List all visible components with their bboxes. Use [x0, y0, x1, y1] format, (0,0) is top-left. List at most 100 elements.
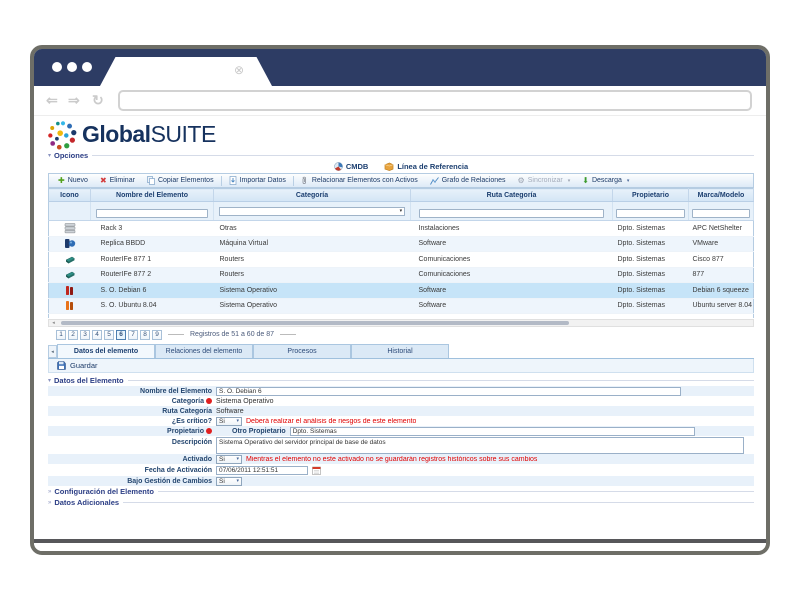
reference-book-icon [384, 162, 394, 171]
save-button[interactable]: Guardar [70, 361, 98, 370]
cell-category: Sistema Operativo [214, 283, 411, 299]
tab-historial[interactable]: Historial [351, 344, 449, 358]
relation-graph-button[interactable]: Grafo de Relaciones [425, 177, 511, 185]
window-dot-icon[interactable] [52, 62, 62, 72]
page-button-5[interactable]: 5 [104, 330, 114, 340]
filter-path-input[interactable] [419, 209, 604, 218]
description-textarea[interactable]: Sistema Operativo del servidor principal… [216, 437, 744, 454]
table-row[interactable]: RouterIFe 877 2 Routers Comunicaciones D… [49, 267, 754, 283]
cell-name: S. O. Ubuntu 8.04 [91, 298, 214, 314]
column-header-ruta[interactable]: Ruta Categoría [411, 189, 613, 202]
column-header-marca[interactable]: Marca/Modelo [689, 189, 754, 202]
tab-datos-del-elemento[interactable]: Datos del elemento [57, 344, 155, 358]
os-debian-icon [64, 285, 75, 296]
cell-owner: Dpto. Sistemas [613, 252, 689, 268]
rack-icon [64, 223, 76, 234]
tab-close-icon[interactable]: ⊗ [234, 63, 244, 77]
chevron-down-icon: ▾ [236, 418, 239, 424]
page-button-6-active[interactable]: 6 [116, 330, 126, 340]
path-value: Software [216, 408, 754, 415]
page-button-1[interactable]: 1 [56, 330, 66, 340]
cell-category: Otras [214, 221, 411, 237]
back-icon[interactable]: ⇐ [46, 92, 58, 109]
app-header: GlobalSUITE [48, 119, 754, 150]
column-header-propietario[interactable]: Propietario [613, 189, 689, 202]
cell-name: Rack 3 [91, 221, 214, 237]
cell-name: Replica BBDD [91, 236, 214, 252]
table-row[interactable]: Replica BBDD Máquina Virtual Software Dp… [49, 236, 754, 252]
scroll-left-icon[interactable]: ◂ [49, 320, 58, 326]
copy-elements-button[interactable]: Copiar Elementos [142, 176, 219, 185]
sync-button[interactable]: ⚙ Sincronizar ▾ [513, 177, 576, 185]
scrollbar-thumb[interactable] [61, 321, 569, 325]
browser-tab[interactable]: ⊗ [100, 57, 272, 86]
chevron-down-icon: ▾ [236, 456, 239, 462]
form-row-gestion-cambios: Bajo Gestión de Cambios Si▾ [48, 476, 754, 486]
filter-category-select[interactable]: ▾ [219, 207, 405, 216]
additional-data-section-header[interactable]: » Datos Adicionales [48, 497, 754, 508]
tab-relaciones-del-elemento[interactable]: Relaciones del elemento [155, 344, 253, 358]
cell-model: VMware [689, 236, 754, 252]
page-button-8[interactable]: 8 [140, 330, 150, 340]
element-data-form: ▾ Datos del Elemento Nombre del Elemento… [48, 375, 754, 508]
table-row[interactable]: S. O. Ubuntu 8.04 Sistema Operativo Soft… [49, 298, 754, 314]
page-button-9[interactable]: 9 [152, 330, 162, 340]
config-section-header[interactable]: » Configuración del Elemento [48, 486, 754, 497]
other-owner-input[interactable] [290, 427, 695, 436]
element-name-input[interactable] [216, 387, 681, 396]
partial-row [48, 314, 754, 318]
reference-line-link[interactable]: Línea de Referencia [384, 162, 468, 171]
url-input[interactable] [118, 90, 752, 111]
calendar-icon[interactable] [312, 466, 321, 475]
window-dot-icon[interactable] [82, 62, 92, 72]
change-mgmt-select[interactable]: Si▾ [216, 477, 242, 486]
cell-category: Sistema Operativo [214, 298, 411, 314]
horizontal-scrollbar[interactable]: ◂ [48, 319, 754, 327]
grid-toolbar: ✚ Nuevo ✖ Eliminar Copiar Elementos [48, 173, 754, 188]
page-button-2[interactable]: 2 [68, 330, 78, 340]
table-row[interactable]: Rack 3 Otras Instalaciones Dpto. Sistema… [49, 221, 754, 237]
page-button-4[interactable]: 4 [92, 330, 102, 340]
chevron-down-icon: ▾ [48, 377, 51, 384]
tab-procesos[interactable]: Procesos [253, 344, 351, 358]
tabs-scroll-left-icon[interactable]: ◂ [48, 345, 57, 358]
window-dot-icon[interactable] [67, 62, 77, 72]
browser-titlebar: ⊗ [34, 49, 766, 86]
chevron-down-icon: ▾ [236, 478, 239, 484]
table-row[interactable]: RouterIFe 877 1 Routers Comunicaciones D… [49, 252, 754, 268]
activation-date-input[interactable] [216, 466, 308, 475]
page-button-3[interactable]: 3 [80, 330, 90, 340]
filter-owner-input[interactable] [616, 209, 685, 218]
chevron-right-icon: » [48, 500, 51, 506]
column-header-icono[interactable]: Icono [49, 189, 91, 202]
new-button[interactable]: ✚ Nuevo [53, 177, 93, 185]
download-button[interactable]: ⬇ Descarga ▾ [577, 177, 634, 185]
column-header-nombre[interactable]: Nombre del Elemento [91, 189, 214, 202]
relate-elements-button[interactable]: Relacionar Elementos con Activos [296, 176, 423, 185]
required-icon [206, 398, 212, 404]
critical-select[interactable]: Si▾ [216, 417, 242, 426]
options-section-header[interactable]: ▾ Opciones [48, 150, 754, 160]
cell-category: Routers [214, 252, 411, 268]
import-data-button[interactable]: Importar Datos [224, 176, 291, 185]
filter-model-input[interactable] [692, 209, 751, 218]
page-button-7[interactable]: 7 [128, 330, 138, 340]
forward-icon[interactable]: ⇒ [68, 92, 80, 109]
element-data-section-header[interactable]: ▾ Datos del Elemento [48, 375, 754, 386]
table-row-selected[interactable]: S. O. Debian 6 Sistema Operativo Softwar… [49, 283, 754, 299]
cell-owner: Dpto. Sistemas [613, 298, 689, 314]
os-ubuntu-icon [64, 300, 75, 311]
cmdb-link[interactable]: CMDB [334, 162, 369, 171]
filter-name-input[interactable] [96, 209, 208, 218]
reload-icon[interactable]: ↻ [92, 92, 104, 109]
active-select[interactable]: Si▾ [216, 455, 242, 464]
plus-icon: ✚ [58, 177, 65, 185]
column-header-categoria[interactable]: Categoría [214, 189, 411, 202]
delete-button[interactable]: ✖ Eliminar [95, 177, 140, 185]
pagination: 1 2 3 4 5 6 7 8 9 Registros de 51 a 60 d… [48, 327, 754, 342]
cell-name: S. O. Debian 6 [91, 283, 214, 299]
router-icon [64, 254, 76, 265]
app-title: GlobalSUITE [82, 121, 216, 148]
cell-name: RouterIFe 877 2 [91, 267, 214, 283]
cell-model: Debian 6 squeeze [689, 283, 754, 299]
